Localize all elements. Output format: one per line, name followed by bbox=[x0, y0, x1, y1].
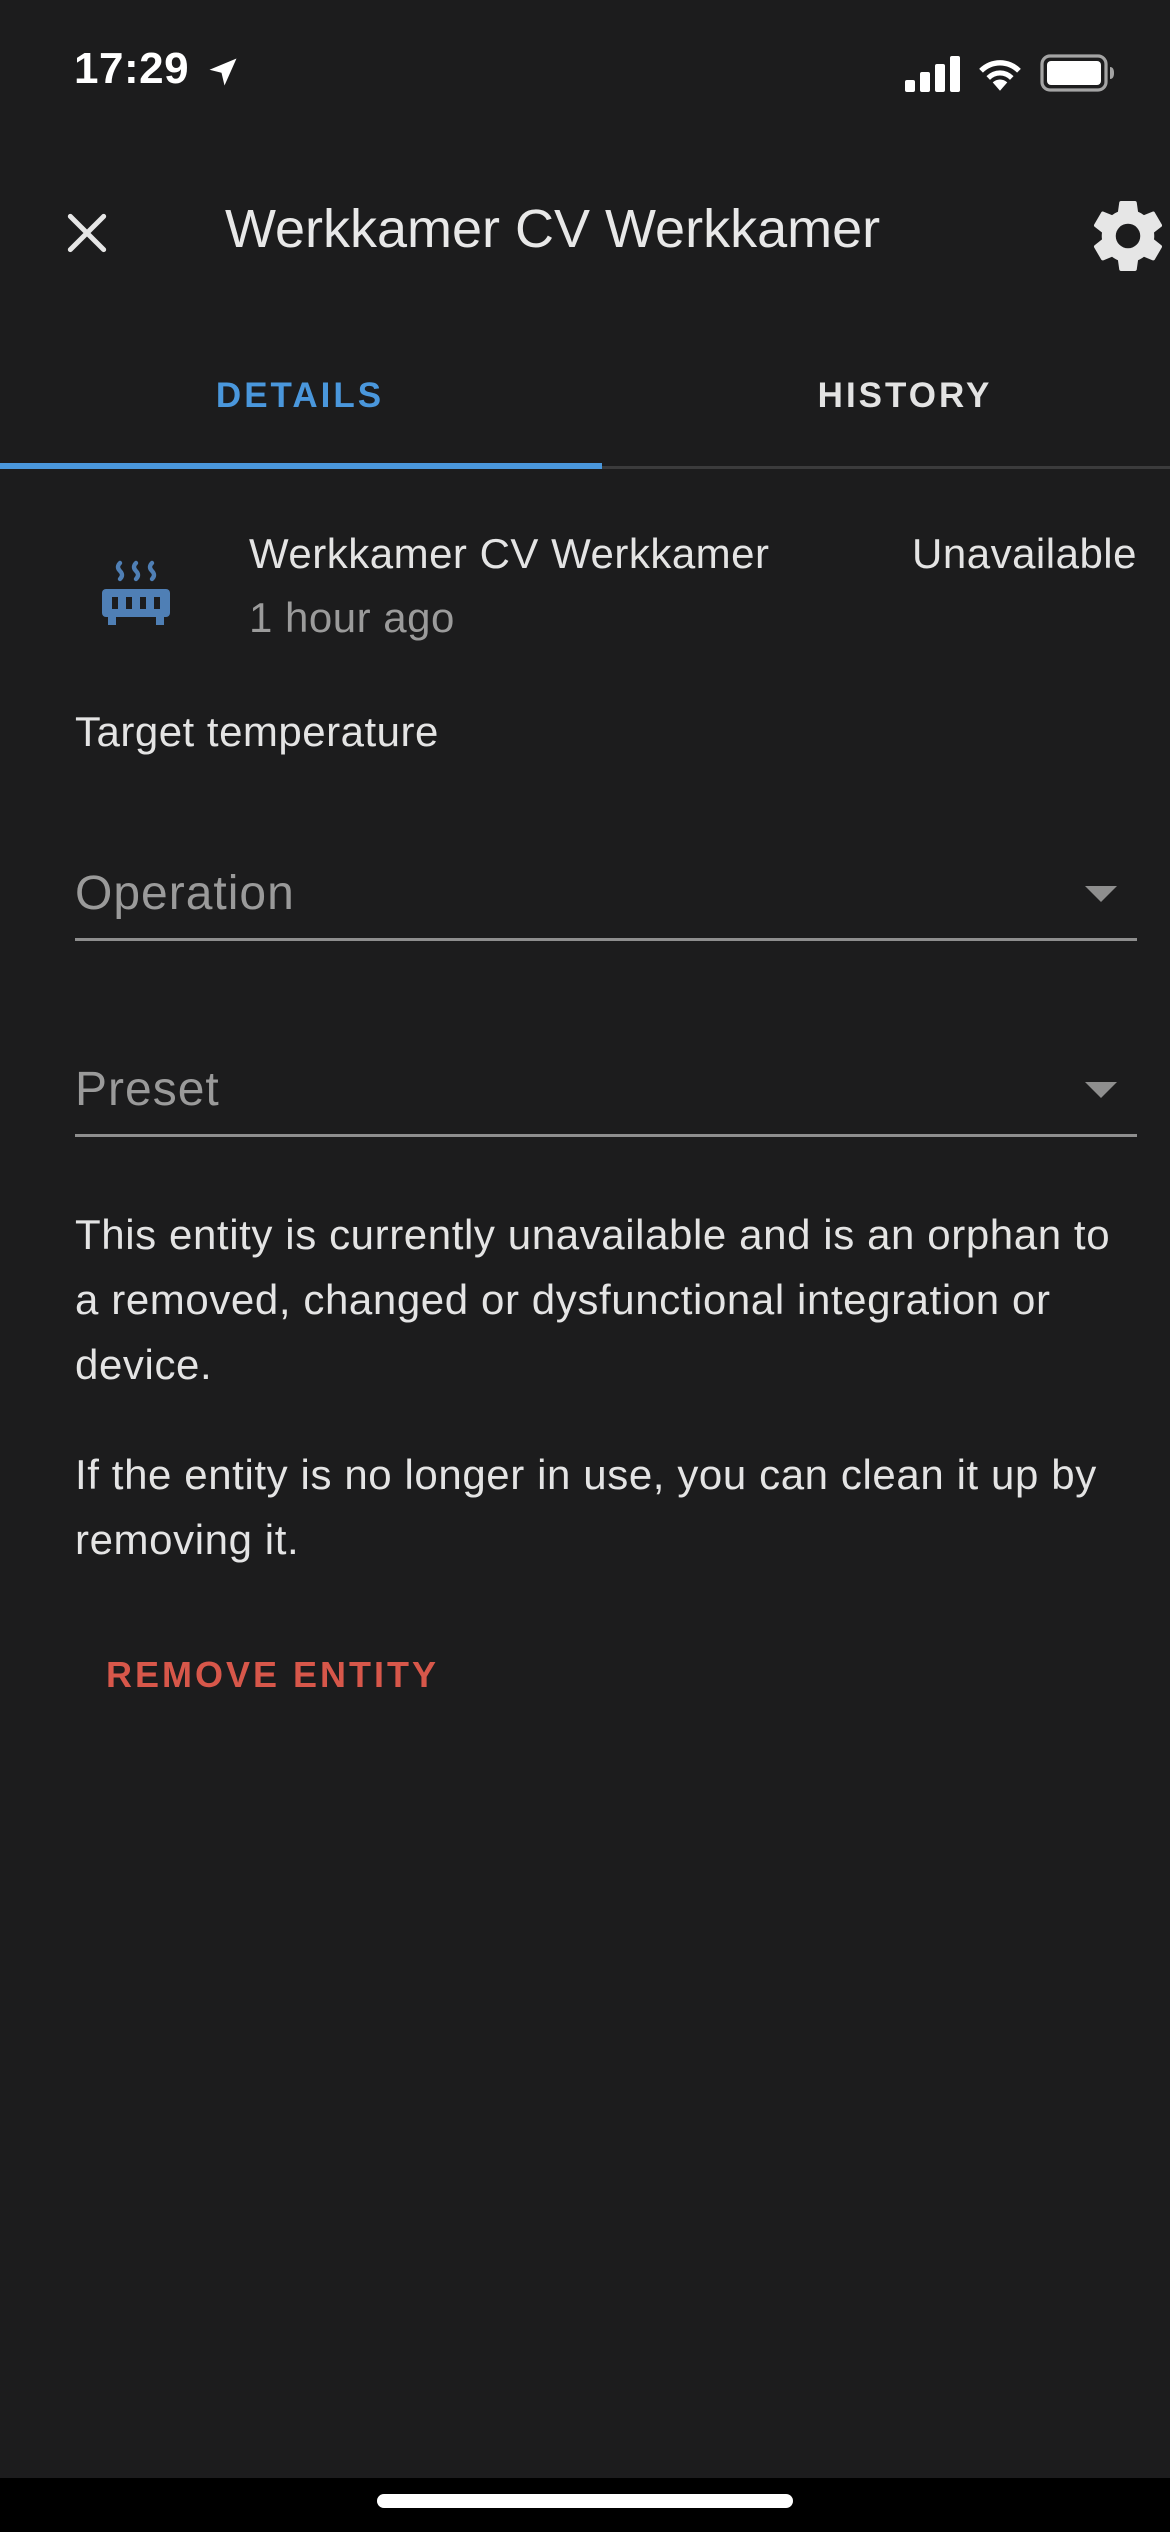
dialog-title: Werkkamer CV Werkkamer bbox=[225, 199, 881, 259]
orphan-message: This entity is currently unavailable and… bbox=[75, 1211, 1111, 1388]
preset-select[interactable]: Preset bbox=[75, 1024, 1137, 1137]
gear-icon bbox=[1093, 201, 1163, 271]
battery-icon bbox=[1040, 54, 1114, 92]
tab-history[interactable]: HISTORY bbox=[605, 330, 1170, 462]
status-time: 17:29 bbox=[74, 44, 190, 93]
remove-entity-button[interactable]: REMOVE ENTITY bbox=[75, 1635, 470, 1715]
radiator-icon bbox=[102, 560, 170, 625]
home-indicator[interactable] bbox=[377, 2494, 793, 2508]
close-icon bbox=[67, 213, 107, 253]
status-bar: 17:29 bbox=[0, 0, 1170, 150]
settings-button[interactable] bbox=[1086, 194, 1170, 278]
close-button[interactable] bbox=[50, 196, 124, 270]
preset-label: Preset bbox=[75, 1063, 220, 1116]
chevron-down-icon bbox=[1085, 886, 1117, 902]
wifi-icon bbox=[979, 60, 1021, 91]
operation-label: Operation bbox=[75, 867, 295, 920]
entity-name: Werkkamer CV Werkkamer bbox=[249, 530, 770, 577]
cleanup-message: If the entity is no longer in use, you c… bbox=[75, 1451, 1097, 1563]
location-arrow-icon bbox=[209, 58, 237, 86]
entity-state: Unavailable bbox=[912, 530, 1137, 577]
active-tab-indicator bbox=[0, 463, 602, 469]
cellular-signal-icon bbox=[905, 56, 960, 92]
entity-last-changed: 1 hour ago bbox=[249, 594, 455, 641]
tab-bar: DETAILS HISTORY bbox=[0, 330, 1170, 469]
dialog-header: Werkkamer CV Werkkamer bbox=[0, 150, 1170, 310]
chevron-down-icon bbox=[1085, 1082, 1117, 1098]
operation-select[interactable]: Operation bbox=[75, 828, 1137, 941]
target-temperature-label: Target temperature bbox=[75, 708, 439, 755]
tab-details[interactable]: DETAILS bbox=[0, 330, 600, 462]
